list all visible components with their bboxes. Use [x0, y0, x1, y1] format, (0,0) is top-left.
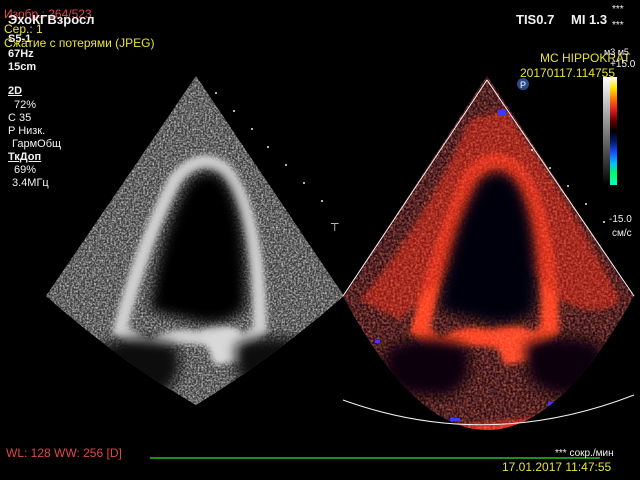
frame-rate: 67Hz: [8, 48, 34, 60]
compress-2d: C 35: [8, 112, 32, 124]
svg-text:P: P: [520, 80, 526, 90]
bmode-sector: [46, 76, 344, 405]
mi-index: MI 1.3: [571, 12, 608, 27]
datetime: 17.01.2017 11:47:55: [502, 460, 612, 474]
stars-top: ***: [612, 4, 624, 15]
depth-label: 15cm: [8, 61, 37, 73]
scale-min: -15.0: [609, 214, 632, 225]
mode-doppler: ТкДоп: [8, 151, 42, 163]
mode-2d: 2D: [8, 85, 23, 97]
doppler-sector: [343, 76, 634, 430]
power-2d: P Низк.: [8, 125, 46, 137]
gray-scale-bar: [603, 77, 610, 185]
tis-index: TIS0.7: [516, 12, 555, 27]
study-id: 20170117.114755: [520, 66, 615, 80]
scale-units-top: м3 м5: [604, 47, 629, 57]
scale-max: +15.0: [610, 59, 636, 70]
heart-rate: *** сокр./мин: [555, 448, 614, 459]
stars-top-2: ***: [612, 20, 624, 31]
scale-units: см/с: [612, 228, 632, 239]
window-level: WL: 128 WW: 256 [D]: [6, 446, 122, 460]
gain-doppler: 69%: [14, 164, 37, 176]
frequency-doppler: 3.4МГц: [12, 177, 49, 189]
harmonics-2d: ГармОбщ: [12, 138, 62, 150]
gain-2d: 72%: [14, 99, 37, 111]
focus-marker: ⊤: [330, 222, 340, 234]
